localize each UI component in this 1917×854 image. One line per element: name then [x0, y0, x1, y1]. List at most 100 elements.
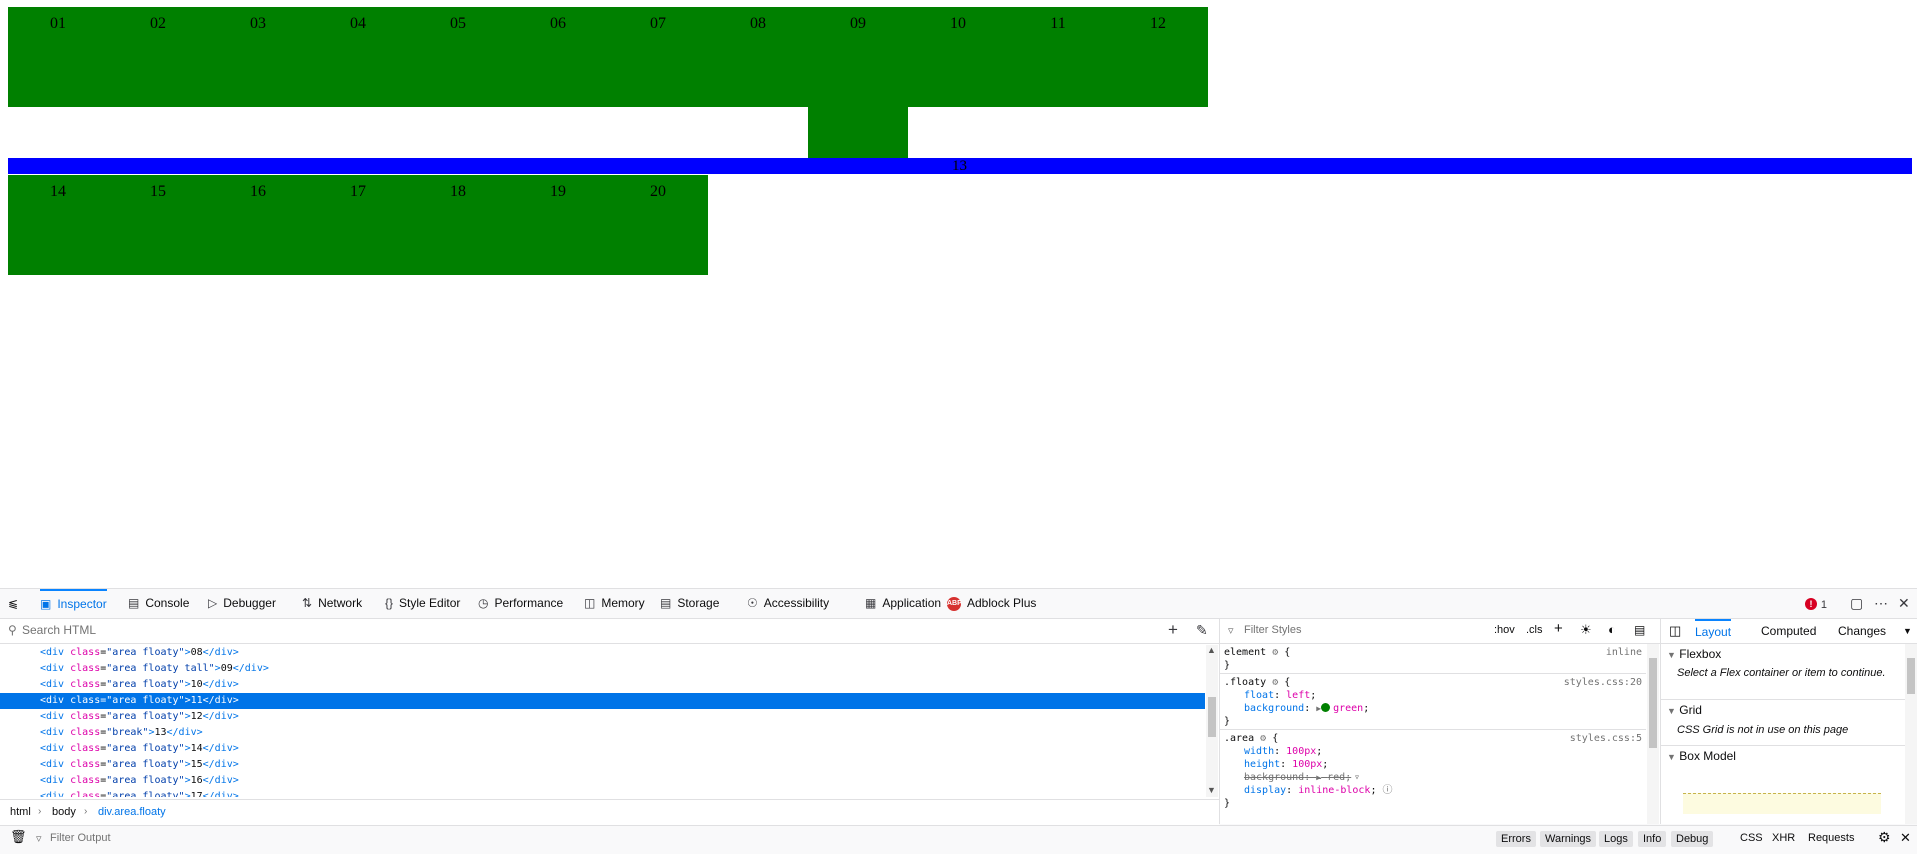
- console-level-errors[interactable]: Errors: [1496, 831, 1536, 847]
- markup-tree[interactable]: <div class="area floaty">08</div> <div cl…: [0, 645, 1205, 797]
- sidebar-toggle-icon[interactable]: ◫: [1669, 619, 1681, 643]
- markup-node[interactable]: <div class="area floaty">10</div>: [0, 677, 1205, 693]
- markup-node[interactable]: <div class="area floaty tall">09</div>: [0, 661, 1205, 677]
- float-box: 09: [808, 7, 908, 158]
- tab-performance[interactable]: ◷ Performance: [478, 589, 563, 618]
- markup-node[interactable]: <div class="area floaty">15</div>: [0, 757, 1205, 773]
- flexbox-header[interactable]: ▼ Flexbox: [1667, 647, 1721, 661]
- markup-node[interactable]: <div class="area floaty">16</div>: [0, 773, 1205, 789]
- console-level-debug[interactable]: Debug: [1671, 831, 1714, 847]
- rule-source-area[interactable]: styles.css:5: [1570, 732, 1642, 745]
- console-icon: ▤: [128, 596, 140, 610]
- console-level-logs[interactable]: Logs: [1599, 831, 1633, 847]
- html-search-bar[interactable]: ⚲ Search HTML + ✎: [0, 619, 1219, 644]
- markup-node[interactable]: <div class="area floaty">12</div>: [0, 709, 1205, 725]
- prop-background-overridden[interactable]: background: ▶ red;: [1244, 771, 1351, 784]
- rules-scrollbar[interactable]: [1647, 644, 1659, 824]
- console-type-requests[interactable]: Requests: [1808, 832, 1854, 844]
- element-picker-icon[interactable]: ⫹: [8, 589, 18, 618]
- tab-application[interactable]: ▦ Application: [865, 589, 941, 618]
- tab-computed[interactable]: Computed: [1761, 619, 1816, 643]
- grid-header[interactable]: ▼ Grid: [1667, 703, 1702, 717]
- markup-node[interactable]: <div class="area floaty">08</div>: [0, 645, 1205, 661]
- tab-label: Performance: [494, 596, 564, 610]
- html-search-input[interactable]: Search HTML: [22, 623, 96, 637]
- markup-node[interactable]: <div class="break">13</div>: [0, 725, 1205, 741]
- filter-icon: ▿: [36, 833, 42, 845]
- tab-label: Accessibility: [763, 596, 830, 610]
- tab-memory[interactable]: ◫ Memory: [584, 589, 645, 618]
- more-options-icon[interactable]: ⋯: [1874, 589, 1888, 618]
- more-tabs-icon[interactable]: ▼: [1903, 619, 1912, 643]
- markup-node[interactable]: <div class="area floaty">11</div>: [0, 693, 1205, 709]
- add-node-icon[interactable]: +: [1168, 620, 1178, 640]
- flexbox-section: ▼ Flexbox Select a Flex container or ite…: [1661, 645, 1905, 697]
- rule-source-inline[interactable]: inline: [1606, 646, 1642, 659]
- close-console-icon[interactable]: ✕: [1900, 830, 1911, 846]
- scroll-down-icon[interactable]: ▼: [1207, 785, 1216, 795]
- markup-node[interactable]: <div class="area floaty">14</div>: [0, 741, 1205, 757]
- float-box: 10: [908, 7, 1008, 107]
- float-box: 16: [208, 175, 308, 275]
- clear-console-icon[interactable]: 🗑: [10, 829, 27, 845]
- prop-float[interactable]: float: left;: [1244, 689, 1316, 702]
- eyedropper-icon[interactable]: ✎: [1196, 622, 1208, 639]
- prop-height[interactable]: height: 100px;: [1244, 758, 1328, 771]
- tab-console[interactable]: ▤ Console: [128, 589, 189, 618]
- markup-node[interactable]: <div class="area floaty">17</div>: [0, 789, 1205, 797]
- performance-icon: ◷: [478, 596, 489, 610]
- dark-scheme-icon[interactable]: ◐: [1608, 622, 1616, 637]
- filter-output-input[interactable]: Filter Output: [50, 832, 111, 844]
- tab-adblock-plus[interactable]: ABP Adblock Plus: [947, 589, 1036, 618]
- console-type-css[interactable]: CSS: [1740, 832, 1763, 844]
- class-toggle[interactable]: .cls: [1526, 624, 1543, 636]
- breadcrumb-item[interactable]: body: [52, 800, 76, 824]
- tab-network[interactable]: ⇅ Network: [302, 589, 362, 618]
- float-box: 14: [8, 175, 108, 275]
- console-settings-icon[interactable]: ⚙: [1878, 829, 1891, 846]
- box-model-diagram: [1683, 793, 1881, 814]
- rule-source-floaty[interactable]: styles.css:20: [1564, 676, 1642, 689]
- error-indicator[interactable]: ! 1: [1805, 589, 1827, 618]
- print-media-icon[interactable]: ▤: [1634, 623, 1645, 637]
- box-label: 16: [250, 183, 266, 200]
- responsive-design-icon[interactable]: ▢: [1850, 589, 1863, 618]
- tab-label: Debugger: [223, 596, 276, 610]
- tab-storage[interactable]: ▤ Storage: [660, 589, 719, 618]
- scroll-up-icon[interactable]: ▲: [1207, 645, 1216, 655]
- filter-rule-icon[interactable]: ▿: [1354, 771, 1360, 784]
- markup-scrollbar[interactable]: ▲ ▼: [1206, 645, 1218, 797]
- console-level-warnings[interactable]: Warnings: [1540, 831, 1597, 847]
- console-type-xhr[interactable]: XHR: [1772, 832, 1795, 844]
- box-label: 04: [350, 15, 366, 32]
- breadcrumb-separator-icon: ›: [84, 806, 88, 817]
- add-rule-icon[interactable]: +: [1554, 620, 1563, 637]
- tab-layout[interactable]: Layout: [1695, 619, 1732, 643]
- rule-selector-floaty: .floaty ⚙ {: [1224, 677, 1291, 688]
- filter-styles-input[interactable]: Filter Styles: [1244, 624, 1301, 636]
- hover-toggle[interactable]: :hov: [1494, 624, 1515, 636]
- console-level-info[interactable]: Info: [1638, 831, 1667, 847]
- prop-background[interactable]: background: ▶ green;: [1244, 702, 1369, 715]
- light-scheme-icon[interactable]: ☀: [1580, 622, 1592, 638]
- prop-width[interactable]: width: 100px;: [1244, 745, 1322, 758]
- rules-list[interactable]: element ⚙ { inline } .floaty ⚙ { styles.…: [1220, 644, 1646, 824]
- prop-display[interactable]: display: inline-block; ⓘ: [1244, 784, 1393, 797]
- box-model-header[interactable]: ▼ Box Model: [1667, 749, 1736, 763]
- color-swatch-icon[interactable]: [1321, 703, 1331, 712]
- box-label: 05: [450, 15, 466, 32]
- tab-accessibility[interactable]: ☉ Accessibility: [747, 589, 829, 618]
- scroll-thumb[interactable]: [1208, 697, 1216, 737]
- breadcrumb-item[interactable]: div.area.floaty: [98, 800, 166, 824]
- tab-inspector[interactable]: ▣ Inspector: [40, 589, 107, 618]
- layout-scrollbar[interactable]: [1905, 644, 1917, 824]
- tab-style-editor[interactable]: {} Style Editor: [385, 589, 460, 618]
- box-label: 03: [250, 15, 266, 32]
- tab-changes[interactable]: Changes: [1838, 619, 1886, 643]
- tab-debugger[interactable]: ▷ Debugger: [208, 589, 276, 618]
- layout-sidebar: ◫ Layout Computed Changes ▼ ▼ Flexbox Se…: [1661, 619, 1917, 824]
- float-box: 19: [508, 175, 608, 275]
- close-devtools-icon[interactable]: ✕: [1898, 589, 1910, 618]
- breadcrumb-item[interactable]: html: [10, 800, 31, 824]
- tab-label: Network: [318, 596, 363, 610]
